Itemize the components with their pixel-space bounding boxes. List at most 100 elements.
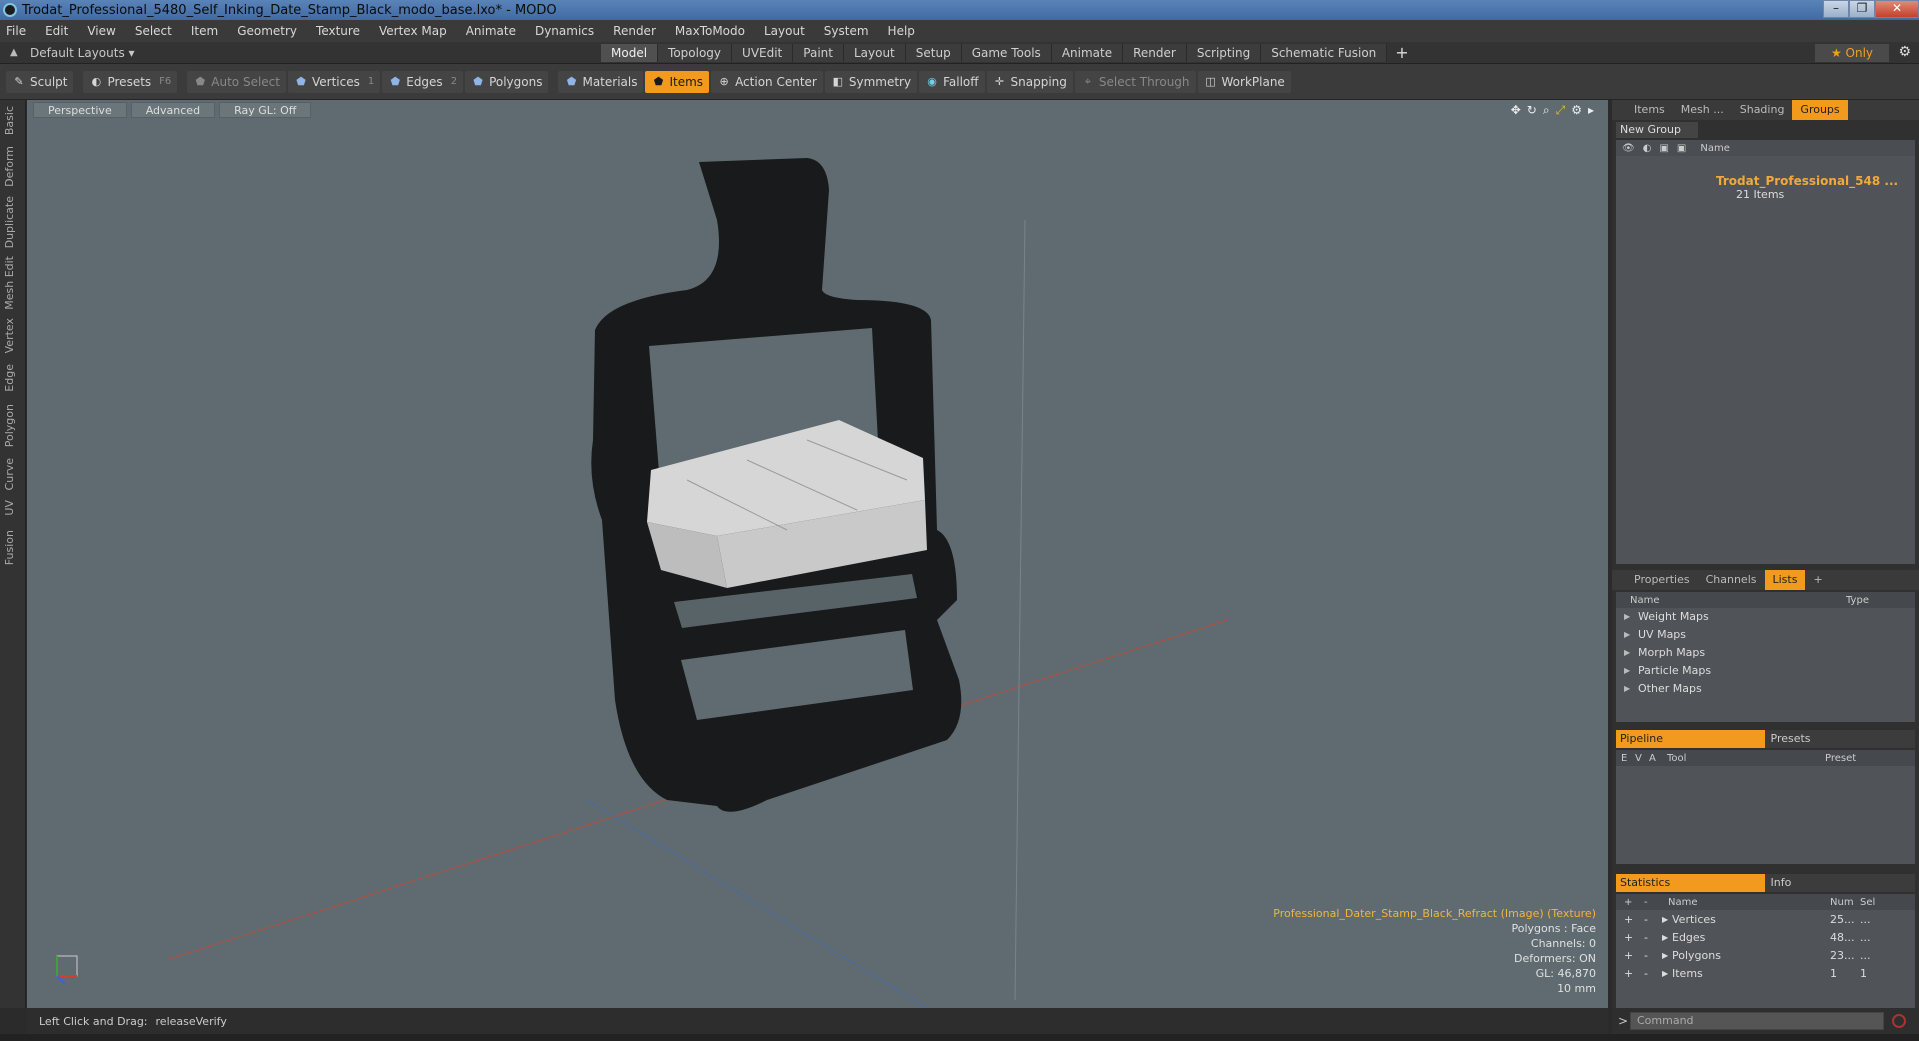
tab-model[interactable]: Model	[601, 43, 659, 62]
action-center-button[interactable]: ⊕ Action Center	[711, 70, 823, 93]
vertices-button[interactable]: ⬟ Vertices 1	[287, 70, 381, 93]
vtab-curve[interactable]: Curve	[3, 458, 23, 490]
sculpt-button[interactable]: ✎ Sculpt	[6, 70, 74, 93]
eye-icon[interactable]: 👁	[1622, 143, 1635, 154]
tab-layout[interactable]: Layout	[843, 43, 906, 62]
menu-maxtomodo[interactable]: MaxToModo	[675, 24, 745, 38]
vtab-mesh-edit[interactable]: Mesh Edit	[3, 256, 23, 310]
tab-groups[interactable]: Groups	[1792, 100, 1848, 120]
menu-help[interactable]: Help	[888, 24, 915, 38]
group-row[interactable]: Trodat_Professional_548 ... 21 Items	[1716, 174, 1898, 201]
record-icon[interactable]	[1892, 1014, 1906, 1028]
tab-presets[interactable]: Presets	[1764, 730, 1915, 748]
select-through-button[interactable]: ⌖ Select Through	[1074, 70, 1196, 93]
menu-vertex-map[interactable]: Vertex Map	[379, 24, 447, 38]
stats-row-edges[interactable]: + - ▶ Edges 48... ...	[1616, 928, 1915, 946]
raygl-button[interactable]: Ray GL: Off	[219, 102, 312, 118]
tab-properties[interactable]: Properties	[1626, 570, 1698, 590]
pan-icon[interactable]: ✥	[1511, 103, 1521, 118]
command-input[interactable]: Command	[1630, 1012, 1884, 1030]
falloff-button[interactable]: ◉ Falloff	[919, 70, 985, 93]
vtab-duplicate[interactable]: Duplicate	[3, 196, 23, 248]
tab-paint[interactable]: Paint	[793, 43, 844, 62]
menu-file[interactable]: File	[6, 24, 26, 38]
tab-animate[interactable]: Animate	[1051, 43, 1124, 62]
select-toggle-icon[interactable]: ▣	[1677, 143, 1686, 154]
list-item-other-maps[interactable]: Other Maps	[1616, 680, 1915, 698]
tab-items[interactable]: Items	[1626, 100, 1673, 120]
symmetry-button[interactable]: ◧ Symmetry	[824, 70, 918, 93]
tab-mesh[interactable]: Mesh ...	[1673, 100, 1732, 120]
menu-texture[interactable]: Texture	[316, 24, 360, 38]
vtab-edge[interactable]: Edge	[3, 364, 23, 392]
collapse-minus-icon[interactable]: -	[1644, 949, 1662, 962]
edges-button[interactable]: ⬟ Edges 2	[382, 70, 464, 93]
workplane-button[interactable]: ◫ WorkPlane	[1197, 70, 1291, 93]
add-panel-tab[interactable]: +	[1805, 570, 1830, 590]
tab-render[interactable]: Render	[1123, 43, 1187, 62]
tab-schematic-fusion[interactable]: Schematic Fusion	[1261, 43, 1388, 62]
tab-statistics[interactable]: Statistics	[1616, 874, 1765, 892]
3d-viewport[interactable]: Perspective Advanced Ray GL: Off ✥ ↻ ⌕ ⤢…	[27, 100, 1608, 1008]
tab-info[interactable]: Info	[1764, 874, 1915, 892]
fit-icon[interactable]: ⤢	[1556, 103, 1566, 118]
tab-uvedit[interactable]: UVEdit	[732, 43, 794, 62]
menu-layout[interactable]: Layout	[764, 24, 805, 38]
advanced-button[interactable]: Advanced	[130, 102, 216, 118]
lock-icon[interactable]: ▣	[1659, 143, 1668, 154]
menu-dynamics[interactable]: Dynamics	[535, 24, 594, 38]
vtab-polygon[interactable]: Polygon	[3, 404, 23, 447]
menu-render[interactable]: Render	[613, 24, 656, 38]
vtab-uv[interactable]: UV	[3, 500, 23, 516]
stamp-model[interactable]	[591, 158, 962, 812]
maximize-button[interactable]: ❐	[1849, 0, 1875, 18]
zoom-icon[interactable]: ⌕	[1543, 103, 1550, 118]
items-button[interactable]: ⬟ Items	[645, 70, 710, 93]
perspective-button[interactable]: Perspective	[33, 102, 127, 118]
vtab-fusion[interactable]: Fusion	[3, 530, 23, 565]
list-item-weight-maps[interactable]: Weight Maps	[1616, 608, 1915, 626]
vtab-basic[interactable]: Basic	[3, 106, 23, 135]
list-item-morph-maps[interactable]: Morph Maps	[1616, 644, 1915, 662]
expand-plus-icon[interactable]: +	[1624, 913, 1644, 926]
layout-arrow-icon[interactable]: ▲	[10, 47, 22, 59]
menu-animate[interactable]: Animate	[466, 24, 516, 38]
rotate-icon[interactable]: ↻	[1527, 103, 1537, 118]
default-layouts-dropdown[interactable]: Default Layouts ▾	[30, 46, 135, 60]
expand-icon[interactable]: ▸	[1588, 103, 1594, 118]
snapping-button[interactable]: ✛ Snapping	[986, 70, 1073, 93]
render-toggle-icon[interactable]: ◐	[1643, 143, 1652, 154]
minimize-button[interactable]: –	[1823, 0, 1849, 18]
menu-system[interactable]: System	[824, 24, 869, 38]
gear-icon[interactable]: ⚙	[1898, 44, 1911, 60]
expand-plus-icon[interactable]: +	[1624, 931, 1644, 944]
collapse-minus-icon[interactable]: -	[1644, 931, 1662, 944]
presets-button[interactable]: ◐ Presets F6	[83, 70, 178, 93]
stats-row-items[interactable]: + - ▶ Items 1 1	[1616, 964, 1915, 982]
tab-shading[interactable]: Shading	[1732, 100, 1793, 120]
list-item-particle-maps[interactable]: Particle Maps	[1616, 662, 1915, 680]
menu-geometry[interactable]: Geometry	[237, 24, 297, 38]
tab-setup[interactable]: Setup	[905, 43, 962, 62]
vtab-vertex[interactable]: Vertex	[3, 318, 23, 353]
vtab-deform[interactable]: Deform	[3, 146, 23, 187]
tab-game-tools[interactable]: Game Tools	[961, 43, 1052, 62]
only-button[interactable]: ★ Only	[1815, 44, 1889, 62]
tab-pipeline[interactable]: Pipeline	[1616, 730, 1765, 748]
collapse-minus-icon[interactable]: -	[1644, 967, 1662, 980]
menu-edit[interactable]: Edit	[45, 24, 68, 38]
menu-item[interactable]: Item	[191, 24, 218, 38]
new-group-button[interactable]: New Group	[1616, 122, 1698, 138]
close-button[interactable]: ✕	[1875, 0, 1919, 18]
menu-view[interactable]: View	[87, 24, 115, 38]
polygons-button[interactable]: ⬟ Polygons	[465, 70, 549, 93]
tab-lists[interactable]: Lists	[1764, 570, 1806, 590]
stats-row-vertices[interactable]: + - ▶ Vertices 25... ...	[1616, 910, 1915, 928]
tab-topology[interactable]: Topology	[658, 43, 733, 62]
auto-select-button[interactable]: ⬟ Auto Select	[187, 70, 286, 93]
materials-button[interactable]: ⬟ Materials	[558, 70, 644, 93]
expand-plus-icon[interactable]: +	[1624, 967, 1644, 980]
viewport-settings-icon[interactable]: ⚙	[1571, 103, 1582, 118]
tab-channels[interactable]: Channels	[1698, 570, 1765, 590]
menu-select[interactable]: Select	[135, 24, 172, 38]
